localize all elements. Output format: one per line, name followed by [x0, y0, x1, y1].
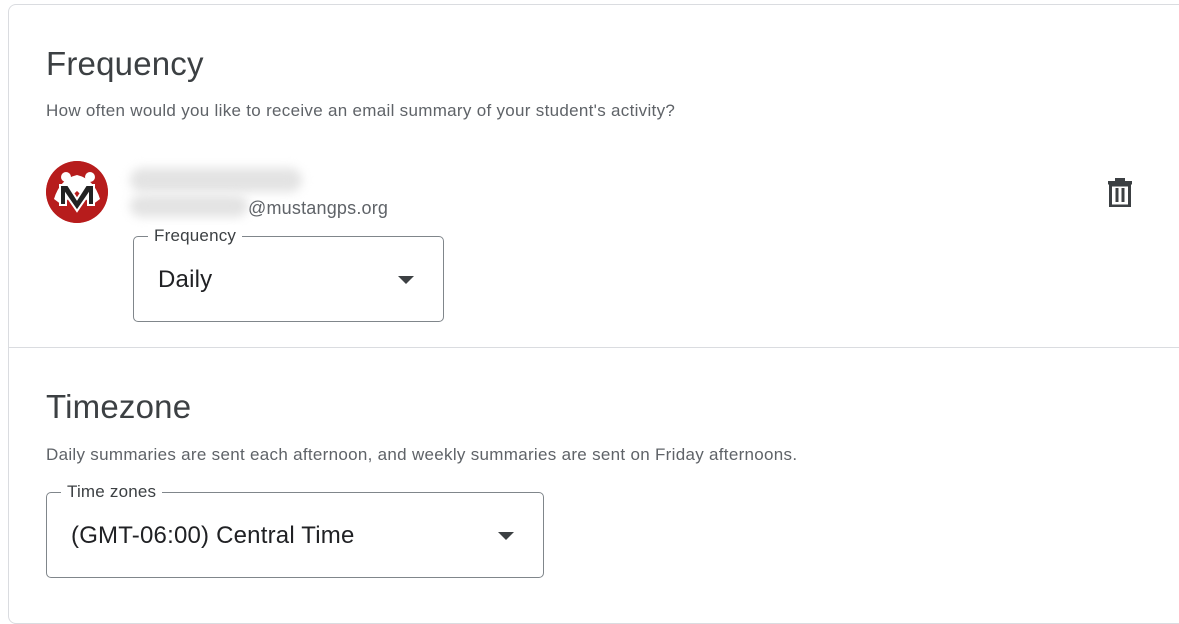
dropdown-arrow-icon	[498, 532, 514, 540]
frequency-select-label: Frequency	[148, 225, 243, 247]
frequency-title: Frequency	[46, 45, 204, 82]
dropdown-arrow-icon	[398, 276, 414, 284]
redacted-student-name	[130, 168, 302, 192]
student-avatar	[46, 161, 108, 223]
frequency-select-value: Daily	[158, 266, 213, 293]
redacted-email-user	[130, 195, 248, 217]
timezone-select-value: (GMT-06:00) Central Time	[71, 522, 355, 549]
mustang-logo	[46, 161, 108, 223]
timezone-description: Daily summaries are sent each afternoon,…	[46, 445, 798, 464]
timezone-select-label: Time zones	[61, 481, 163, 503]
timezone-title: Timezone	[46, 388, 192, 425]
timezone-select[interactable]: Time zones (GMT-06:00) Central Time	[46, 481, 544, 578]
trash-icon	[1108, 178, 1132, 207]
frequency-select[interactable]: Frequency Daily	[133, 225, 444, 322]
delete-button[interactable]	[1100, 172, 1140, 212]
section-divider	[8, 347, 1179, 348]
frequency-description: How often would you like to receive an e…	[46, 101, 676, 120]
email-domain: @mustangps.org	[248, 198, 389, 218]
